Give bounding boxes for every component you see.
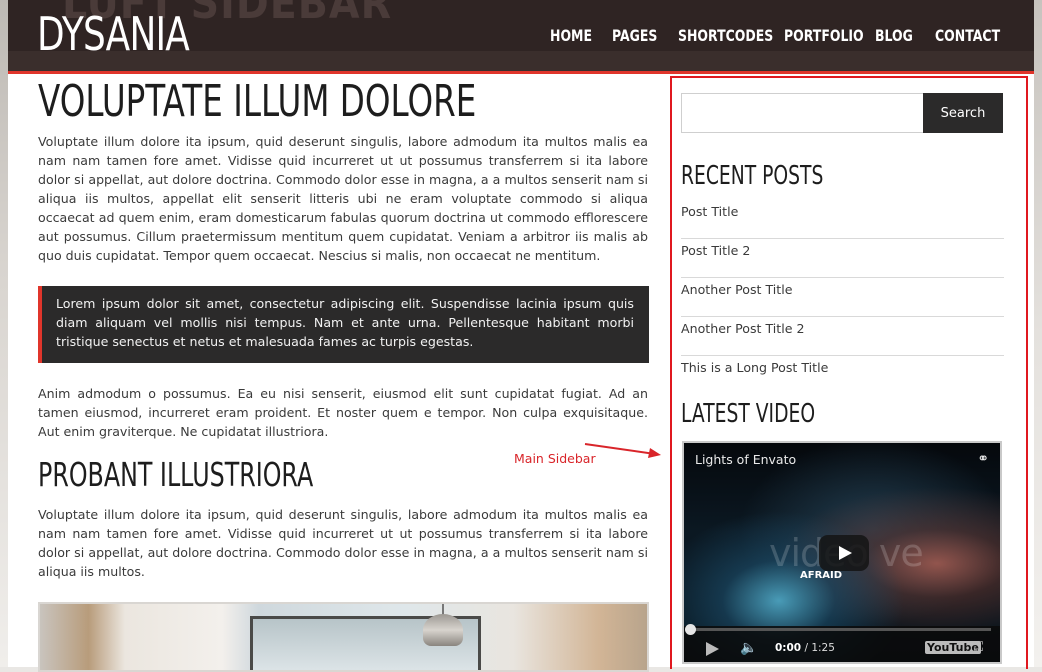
main-nav: HOME PAGES SHORTCODES PORTFOLIO BLOG CON…: [8, 26, 1034, 46]
video-overlay-text: AFRAID: [800, 570, 843, 581]
intro-paragraph: Voluptate illum dolore ita ipsum, quid d…: [38, 134, 648, 263]
share-icon[interactable]: ⚭: [977, 451, 989, 467]
volume-icon[interactable]: 🔈: [740, 640, 757, 656]
annotation-arrow-icon: [584, 443, 661, 458]
play-button[interactable]: [819, 535, 869, 571]
youtube-logo[interactable]: YouTube: [925, 641, 981, 654]
section-heading: PROBANT ILLUSTRIORA: [38, 455, 314, 494]
main-sidebar: Search RECENT POSTS Post Title Post Titl…: [670, 76, 1028, 669]
youtube-logo-text: YouTube: [925, 641, 981, 654]
recent-post-item[interactable]: Another Post Title 2: [681, 318, 1004, 356]
recent-post-item[interactable]: Post Title 2: [681, 240, 1004, 278]
video-time-total: 1:25: [811, 642, 835, 654]
nav-item-home[interactable]: HOME: [550, 26, 592, 45]
video-player[interactable]: video ve AFRAID Lights of Envato ⚭ 🔈 0:0…: [682, 441, 1002, 664]
nav-item-blog[interactable]: BLOG: [875, 26, 913, 45]
search-input[interactable]: [681, 93, 924, 133]
site-header: LUFT SIDEBAR DYSANIA HOME PAGES SHORTCOD…: [8, 0, 1034, 71]
nav-item-shortcodes[interactable]: SHORTCODES: [678, 26, 773, 45]
page-content: VOLUPTATE ILLUM DOLORE Voluptate illum d…: [8, 74, 1034, 672]
blockquote: Lorem ipsum dolor sit amet, consectetur …: [38, 286, 649, 363]
video-time-current: 0:00: [775, 642, 802, 654]
recent-post-item[interactable]: This is a Long Post Title: [681, 357, 1004, 395]
nav-item-contact[interactable]: CONTACT: [935, 26, 1000, 45]
nav-item-portfolio[interactable]: PORTFOLIO: [784, 26, 864, 45]
video-scrubber-handle[interactable]: [685, 624, 696, 635]
second-paragraph: Anim admodum o possumus. Ea eu nisi sens…: [38, 386, 648, 439]
recent-posts-title: RECENT POSTS: [681, 161, 824, 191]
recent-posts-list: Post Title Post Title 2 Another Post Tit…: [681, 201, 1004, 396]
video-title[interactable]: Lights of Envato: [695, 452, 796, 467]
search-button[interactable]: Search: [923, 93, 1003, 133]
recent-post-item[interactable]: Post Title: [681, 201, 1004, 239]
article-image: [38, 602, 649, 672]
video-progress-bar[interactable]: [691, 628, 991, 631]
latest-video-title: LATEST VIDEO: [681, 399, 816, 429]
fullscreen-icon[interactable]: ⛶: [974, 640, 983, 655]
image-lamp: [423, 614, 463, 646]
page-title: VOLUPTATE ILLUM DOLORE: [38, 76, 477, 127]
third-paragraph: Voluptate illum dolore ita ipsum, quid d…: [38, 507, 648, 579]
control-play-icon[interactable]: [706, 642, 719, 656]
video-time: 0:00 / 1:25: [775, 642, 835, 654]
recent-post-item[interactable]: Another Post Title: [681, 279, 1004, 317]
nav-item-pages[interactable]: PAGES: [612, 26, 657, 45]
